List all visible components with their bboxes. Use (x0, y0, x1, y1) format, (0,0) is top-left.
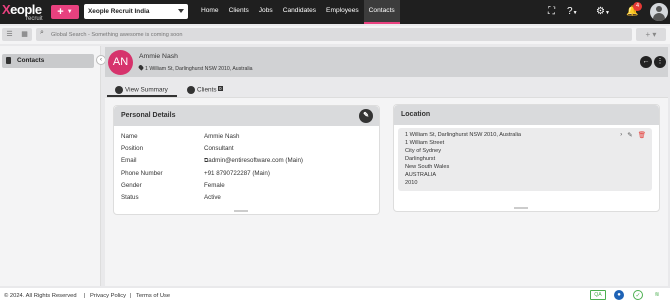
detail-label: Email (121, 157, 137, 164)
xeople-logo[interactable]: Xeople recruit (2, 2, 48, 22)
detail-value: +91 8790722287 (Main) (204, 170, 270, 177)
grid-view-icon[interactable]: ▦ (17, 28, 32, 41)
nav-jobs[interactable]: Jobs (254, 0, 278, 24)
location-line: 1 William St, Darlinghurst NSW 2010, Aus… (405, 132, 521, 138)
privacy-policy-link[interactable]: Privacy Policy (90, 293, 126, 299)
location-line: AUSTRALIA (405, 172, 437, 178)
contact-card-icon (6, 57, 11, 64)
resize-grip[interactable] (514, 207, 528, 209)
more-options-button[interactable]: ⋮ (654, 56, 666, 68)
notification-badge: 4 (633, 2, 642, 11)
tab-label: Clients (197, 86, 217, 94)
delete-trash-icon[interactable]: 🗑 (638, 131, 646, 139)
logo-name: eople (10, 2, 42, 17)
contact-address: 1 William St, Darlinghurst NSW 2010, Aus… (137, 64, 253, 72)
contact-header (105, 47, 668, 77)
location-header: Location (394, 105, 659, 125)
settings-gear-icon[interactable]: ⚙▼ (596, 5, 610, 20)
location-line: 1 William Street (405, 140, 445, 146)
tab-count-badge: 0 (217, 86, 224, 91)
global-search-input[interactable] (51, 29, 611, 40)
detail-value: Female (204, 182, 225, 189)
location-entry: 1 William St, Darlinghurst NSW 2010, Aus… (398, 128, 652, 191)
location-line: New South Wales (405, 164, 450, 170)
nav-candidates[interactable]: Candidates (278, 0, 321, 24)
add-new-button[interactable]: + ▼ (51, 5, 79, 19)
sidebar-item-contacts[interactable]: Contacts (2, 54, 94, 68)
qa-badge: QA (590, 290, 606, 300)
detail-value: Active (204, 194, 221, 201)
edit-pencil-icon[interactable]: ✎ (359, 109, 373, 123)
detail-value: admin@entiresoftware.com (Main) (208, 157, 303, 164)
user-circle-icon[interactable]: ● (614, 290, 624, 300)
tab-clients[interactable]: Clients 0 (187, 83, 237, 97)
detail-label: Gender (121, 182, 142, 189)
sidebar (0, 46, 101, 286)
nav-employees[interactable]: Employees (321, 0, 364, 24)
logo-subtitle: recruit (26, 16, 43, 22)
fullscreen-icon[interactable]: ⛶ (548, 5, 555, 19)
detail-value: Consultant (204, 145, 234, 152)
contact-name: Ammie Nash (139, 53, 178, 60)
help-icon[interactable]: ?▼ (567, 5, 578, 20)
summary-icon (115, 86, 123, 94)
app-selector-label: Xeople Recruit India (88, 8, 150, 15)
detail-label: Name (121, 133, 138, 140)
list-view-icon[interactable]: ☰ (2, 28, 17, 41)
chevron-right-icon[interactable]: › (620, 131, 622, 139)
location-card: Location 1 William St, Darlinghurst NSW … (393, 104, 660, 212)
app-selector-dropdown[interactable]: Xeople Recruit India (84, 4, 188, 19)
location-line: Darlinghurst (405, 156, 436, 162)
quick-add-button[interactable]: + ▾ (636, 28, 666, 41)
caret-down-icon (178, 9, 184, 13)
tab-bar: View Summary Clients 0 (107, 83, 287, 97)
personal-details-card: Personal Details ✎ Name Ammie Nash Positi… (113, 105, 380, 215)
location-pin-icon (137, 64, 145, 71)
detail-label: Position (121, 145, 144, 152)
detail-label: Status (121, 194, 139, 201)
back-arrow-button[interactable]: ← (640, 56, 652, 68)
sidebar-item-label: Contacts (17, 57, 45, 64)
user-avatar[interactable] (650, 3, 668, 21)
edit-pencil-icon[interactable]: ✎ (627, 131, 632, 139)
logo-mark: X (2, 2, 11, 17)
tab-view-summary[interactable]: View Summary (107, 83, 177, 97)
check-circle-icon[interactable]: ✓ (633, 290, 643, 300)
card-title: Location (401, 111, 431, 118)
copyright-text: © 2024. All Rights Reserved (4, 293, 77, 299)
contact-avatar: AN (108, 50, 133, 75)
resize-grip[interactable] (234, 210, 248, 212)
nav-home[interactable]: Home (196, 0, 224, 24)
location-line: 2010 (405, 180, 418, 186)
tab-label: View Summary (125, 86, 168, 94)
location-actions: › ✎ 🗑 (620, 131, 646, 139)
location-line: City of Sydney (405, 148, 442, 154)
card-title: Personal Details (121, 112, 176, 119)
wifi-signal-icon[interactable]: ≋ (652, 290, 662, 300)
global-search: ⌕ (36, 28, 632, 41)
chevron-down-icon: ▼ (66, 9, 73, 15)
clients-icon (187, 86, 195, 94)
footer-separator: | (84, 293, 86, 299)
detail-label: Phone Number (121, 170, 163, 177)
search-icon: ⌕ (40, 29, 44, 36)
footer-separator: | (130, 293, 132, 299)
personal-details-header: Personal Details ✎ (114, 106, 379, 126)
contact-address-text: 1 William St, Darlinghurst NSW 2010, Aus… (145, 66, 253, 72)
terms-of-use-link[interactable]: Terms of Use (136, 293, 170, 299)
view-toggle: ☰ ▦ (2, 28, 32, 41)
add-plus-icon: + (57, 6, 64, 18)
nav-contacts[interactable]: Contacts (363, 0, 400, 24)
main-nav: Home Clients Jobs Candidates Employees C… (196, 0, 400, 24)
email-value[interactable]: ⧉admin@entiresoftware.com (Main) (204, 157, 303, 165)
nav-clients[interactable]: Clients (224, 0, 254, 24)
detail-value: Ammie Nash (204, 133, 240, 140)
